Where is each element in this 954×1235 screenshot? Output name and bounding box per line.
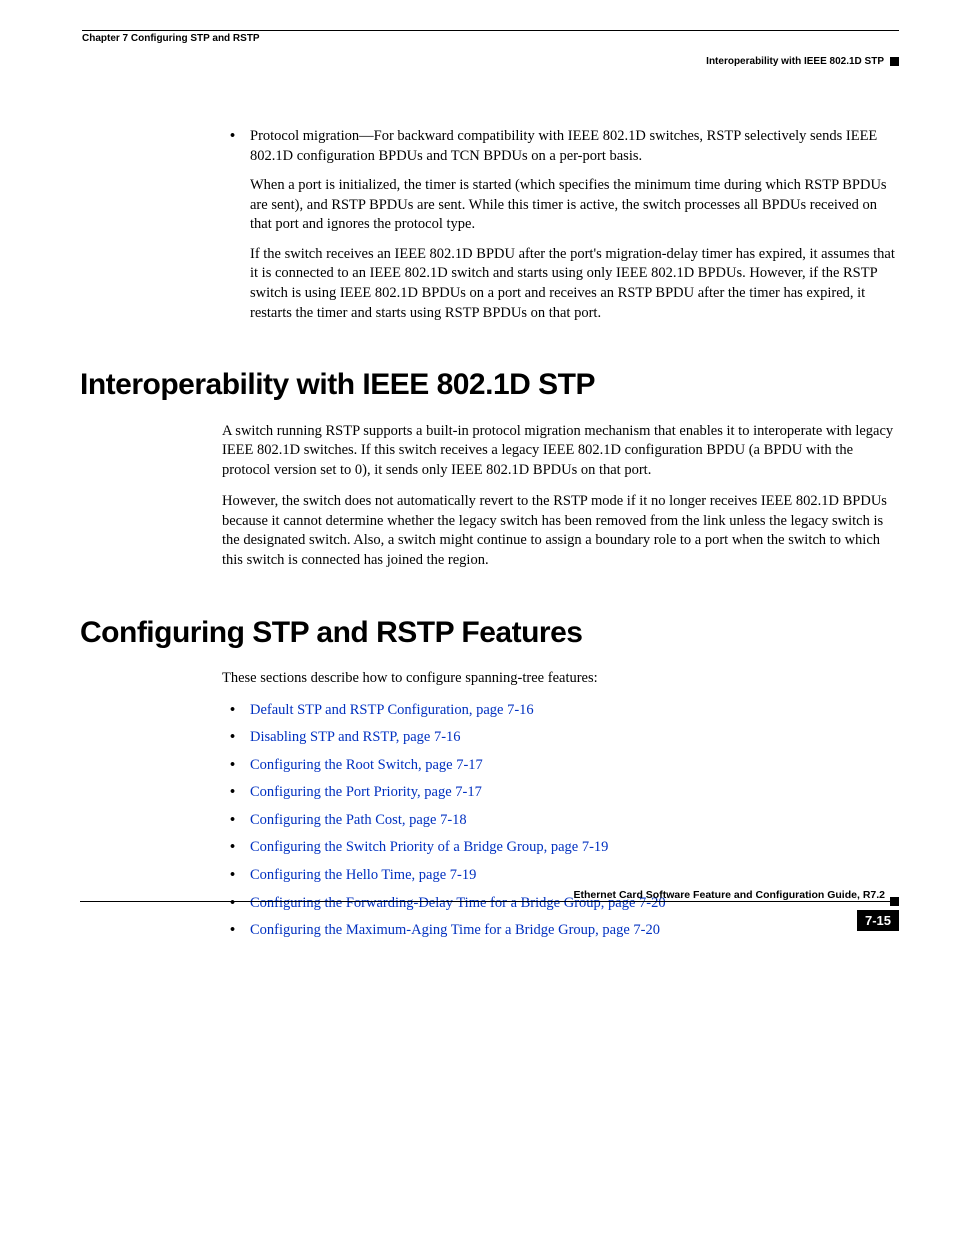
page-number: 7-15 bbox=[857, 910, 899, 931]
link-port-priority[interactable]: Configuring the Port Priority, page 7-17 bbox=[250, 783, 899, 803]
footer-marker-icon bbox=[890, 897, 899, 906]
footer-guide-title: Ethernet Card Software Feature and Confi… bbox=[80, 889, 885, 901]
config-intro: These sections describe how to configure… bbox=[222, 669, 899, 689]
link-default-config[interactable]: Default STP and RSTP Configuration, page… bbox=[250, 701, 899, 721]
para-migration-delay: If the switch receives an IEEE 802.1D BP… bbox=[250, 245, 899, 323]
bullet-icon: • bbox=[230, 811, 250, 831]
interop-para-1: A switch running RSTP supports a built-i… bbox=[222, 422, 899, 481]
bullet-icon: • bbox=[230, 728, 250, 748]
bullet-icon: • bbox=[230, 701, 250, 721]
para-port-init: When a port is initialized, the timer is… bbox=[250, 176, 899, 235]
link-hello-time[interactable]: Configuring the Hello Time, page 7-19 bbox=[250, 866, 899, 886]
header-section-right: Interoperability with IEEE 802.1D STP bbox=[706, 56, 884, 67]
bullet-protocol-migration: Protocol migration—For backward compatib… bbox=[250, 127, 899, 166]
link-disabling[interactable]: Disabling STP and RSTP, page 7-16 bbox=[250, 728, 899, 748]
heading-configuring: Configuring STP and RSTP Features bbox=[80, 613, 899, 654]
bullet-icon: • bbox=[230, 756, 250, 776]
heading-interoperability: Interoperability with IEEE 802.1D STP bbox=[80, 365, 899, 406]
bullet-icon: • bbox=[230, 127, 250, 166]
bullet-icon: • bbox=[230, 783, 250, 803]
link-root-switch[interactable]: Configuring the Root Switch, page 7-17 bbox=[250, 756, 899, 776]
link-path-cost[interactable]: Configuring the Path Cost, page 7-18 bbox=[250, 811, 899, 831]
header-marker-icon bbox=[890, 57, 899, 66]
link-max-aging[interactable]: Configuring the Maximum-Aging Time for a… bbox=[250, 921, 899, 941]
chapter-label: Chapter 7 Configuring STP and RSTP bbox=[82, 33, 899, 44]
bullet-icon: • bbox=[230, 866, 250, 886]
bullet-icon: • bbox=[230, 921, 250, 941]
link-switch-priority[interactable]: Configuring the Switch Priority of a Bri… bbox=[250, 838, 899, 858]
bullet-icon: • bbox=[230, 838, 250, 858]
interop-para-2: However, the switch does not automatical… bbox=[222, 492, 899, 570]
